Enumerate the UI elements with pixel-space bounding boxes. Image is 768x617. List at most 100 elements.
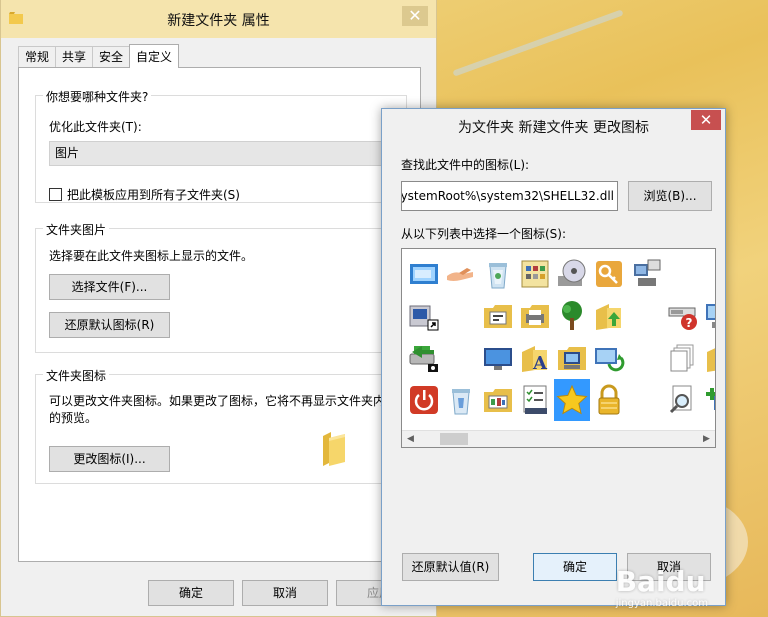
icon-option[interactable] [480, 295, 516, 337]
icon-option-empty[interactable] [628, 337, 664, 379]
icon-option[interactable]: A [517, 337, 553, 379]
icon-option[interactable] [554, 253, 590, 295]
tab-customize[interactable]: 自定义 [129, 44, 180, 68]
display-properties-icon [410, 264, 438, 284]
folder-drive-icon [707, 348, 715, 372]
search-document-icon [669, 385, 692, 414]
restore-default-image-button[interactable]: 还原默认图标(R) [49, 312, 170, 338]
tab-security[interactable]: 安全 [92, 46, 131, 68]
icon-file-path-value: %SystemRoot%\system32\SHELL32.dll [401, 189, 614, 203]
properties-window: 新建文件夹 属性 ✕ 常规 共享 安全 自定义 你想要哪种文件夹? 优化此文件夹… [0, 0, 437, 617]
icon-option[interactable] [702, 295, 715, 337]
icon-option[interactable] [443, 379, 479, 421]
apply-subfolders-checkbox[interactable] [49, 188, 62, 201]
icon-option-empty[interactable] [443, 295, 479, 337]
folder-tools-icon [484, 305, 512, 328]
icon-option[interactable] [406, 379, 442, 421]
network-drive-icon [409, 346, 438, 372]
tree-icon [562, 301, 582, 330]
folder-type-group-label: 你想要哪种文件夹? [43, 88, 152, 105]
network-computer-icon [634, 259, 661, 286]
icon-option-empty[interactable] [665, 253, 701, 295]
icon-list[interactable]: ? A ◀ ▶ [401, 248, 716, 448]
dialog-ok-button[interactable]: 确定 [533, 553, 617, 581]
control-folder-icon [484, 389, 512, 412]
icon-option[interactable] [517, 295, 553, 337]
icon-option[interactable] [665, 337, 701, 379]
folder-icon-description: 可以更改文件夹图标。如果更改了图标，它将不再显示文件夹内容的预览。 [49, 394, 398, 425]
cancel-button[interactable]: 取消 [242, 580, 328, 606]
tab-general[interactable]: 常规 [18, 46, 57, 68]
sync-monitor-icon [595, 348, 625, 372]
network-error-icon: ? [668, 307, 697, 330]
icon-grid: ? A [406, 253, 715, 421]
icon-option[interactable] [554, 337, 590, 379]
computer-folder-icon [558, 347, 586, 370]
change-icon-dialog: 为文件夹 新建文件夹 更改图标 ✕ 查找此文件中的图标(L): %SystemR… [381, 108, 726, 606]
folder-picture-group-label: 文件夹图片 [43, 221, 110, 238]
icon-option[interactable] [443, 253, 479, 295]
icon-option-empty[interactable] [443, 337, 479, 379]
ok-button[interactable]: 确定 [148, 580, 234, 606]
baidu-watermark: Baidu jingyan.baidu.com [616, 565, 708, 609]
scroll-right-icon[interactable]: ▶ [698, 431, 715, 447]
properties-close-button[interactable]: ✕ [402, 6, 428, 26]
horizontal-scrollbar[interactable]: ◀ ▶ [402, 430, 715, 447]
recycle-bin-empty-icon [452, 389, 470, 415]
folder-picture-group: 文件夹图片 选择要在此文件夹图标上显示的文件。 选择文件(F)... 还原默认图… [35, 221, 407, 353]
properties-window-title: 新建文件夹 属性 [167, 13, 270, 29]
icon-option[interactable]: ? [665, 295, 701, 337]
watermark-url: jingyan.baidu.com [615, 598, 708, 609]
tab-sharing[interactable]: 共享 [55, 46, 94, 68]
icon-option[interactable] [702, 337, 715, 379]
icon-option[interactable] [702, 253, 715, 295]
properties-titlebar[interactable]: 新建文件夹 属性 ✕ [1, 0, 436, 38]
scroll-left-icon[interactable]: ◀ [402, 431, 419, 447]
browse-button[interactable]: 浏览(B)... [628, 181, 712, 211]
key-icon [596, 261, 622, 287]
choose-file-button[interactable]: 选择文件(F)... [49, 274, 170, 300]
apply-subfolders-row[interactable]: 把此模板应用到所有子文件夹(S) [49, 186, 240, 203]
icon-option[interactable] [517, 253, 553, 295]
icon-option[interactable] [480, 253, 516, 295]
icon-option[interactable] [406, 253, 442, 295]
customize-panel: 你想要哪种文件夹? 优化此文件夹(T): 图片 把此模板应用到所有子文件夹(S)… [18, 67, 421, 562]
change-icon-button[interactable]: 更改图标(I)... [49, 446, 170, 472]
power-off-icon [410, 386, 438, 414]
icon-option[interactable] [591, 379, 627, 421]
icon-option-empty[interactable] [628, 295, 664, 337]
folder-picture-description: 选择要在此文件夹图标上显示的文件。 [49, 249, 254, 263]
select-icon-label: 从以下列表中选择一个图标(S): [401, 227, 567, 241]
change-icon-titlebar[interactable]: 为文件夹 新建文件夹 更改图标 ✕ [382, 109, 725, 140]
apply-subfolders-label: 把此模板应用到所有子文件夹(S) [67, 188, 240, 202]
icon-option[interactable] [406, 337, 442, 379]
icon-option[interactable] [480, 337, 516, 379]
printer-folder-icon [521, 305, 549, 328]
icon-option[interactable] [591, 253, 627, 295]
watermark-logo: Baidu [615, 565, 706, 598]
icon-option[interactable] [554, 295, 590, 337]
icon-option[interactable] [702, 379, 715, 421]
svg-text:A: A [532, 353, 548, 374]
change-icon-close-button[interactable]: ✕ [691, 110, 721, 130]
documents-stack-icon [670, 344, 694, 372]
optimize-select[interactable]: 图片 [49, 141, 399, 166]
padlock-icon [598, 384, 620, 415]
icon-option-empty[interactable] [628, 379, 664, 421]
icon-option[interactable] [591, 337, 627, 379]
folder-upload-icon [596, 304, 621, 330]
icon-option[interactable] [665, 379, 701, 421]
find-icons-label: 查找此文件中的图标(L): [401, 158, 530, 172]
icon-option[interactable] [406, 295, 442, 337]
icon-option[interactable] [591, 295, 627, 337]
icon-option[interactable] [628, 253, 664, 295]
icon-file-path-input[interactable]: %SystemRoot%\system32\SHELL32.dll [401, 181, 618, 211]
icon-option[interactable] [517, 379, 553, 421]
scroll-thumb[interactable] [440, 433, 468, 445]
change-icon-dialog-title: 为文件夹 新建文件夹 更改图标 [458, 120, 649, 136]
favorites-star-icon [556, 384, 588, 415]
icon-option[interactable] [480, 379, 516, 421]
restore-defaults-button[interactable]: 还原默认值(R) [402, 553, 499, 581]
cd-drive-icon [558, 259, 586, 286]
icon-option[interactable] [554, 379, 590, 421]
